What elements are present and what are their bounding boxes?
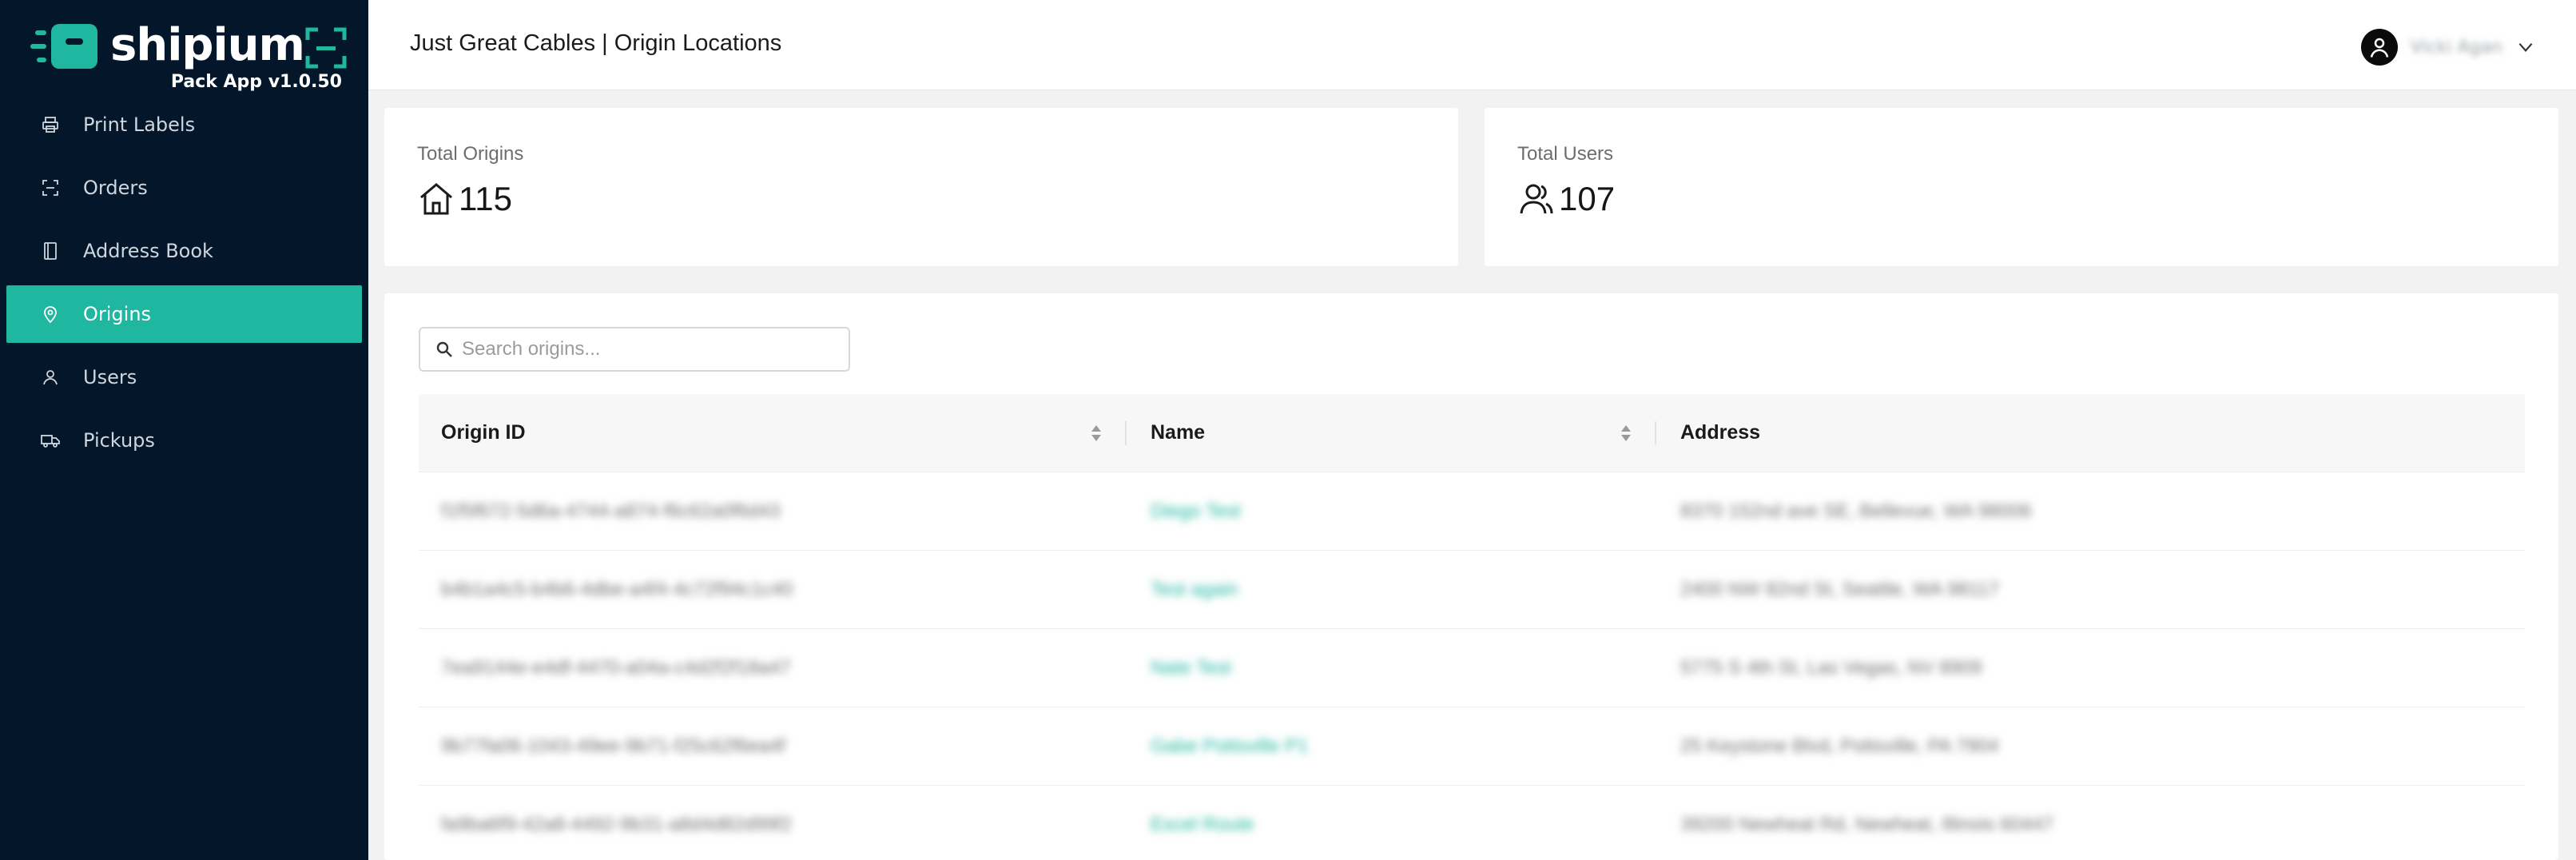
origin-address-cell: 5775 S 4th St, Las Vegas, NV 8909 [1680,656,1982,679]
sidebar-item-label: Orders [83,177,148,199]
origin-name-link[interactable]: Diego Test [1127,500,1656,523]
sort-icon[interactable] [1620,421,1632,445]
user-menu[interactable]: Vicki Agan [2360,29,2536,66]
scan-frame-icon [305,27,347,69]
sidebar-nav: Print Labels Orders Address Book Origins [6,96,362,475]
app-root: shipium Pack App v1.0.50 Print Labels Or… [0,0,2576,860]
sidebar-item-address-book[interactable]: Address Book [6,222,362,280]
table-row[interactable]: f1f5f672-5d6a-4744-a874-f6c62a0f6d43 Die… [419,472,2525,551]
origin-id-cell: f1f5f672-5d6a-4744-a874-f6c62a0f6d43 [441,500,781,522]
user-icon [38,365,62,389]
total-users-card: Total Users 107 [1485,108,2558,266]
search-icon [436,341,452,357]
column-header-origin-id[interactable]: Origin ID [419,394,1127,472]
sidebar-item-label: Address Book [83,240,213,262]
total-users-label: Total Users [1517,143,1614,165]
sidebar-item-label: Users [83,366,137,388]
sort-icon[interactable] [1090,421,1103,445]
user-name[interactable]: Vicki Agan [2411,38,2502,58]
origin-name-link[interactable]: Test again [1127,579,1656,601]
origins-table: Origin ID Name Address f1f5f672-5d6a-474… [419,394,2525,860]
origin-id-cell: b4b1a4c5-b4b6-4dbe-a4f4-4c72f94c1c40 [441,578,793,600]
location-pin-icon [38,302,62,326]
total-users-value: 107 [1559,180,1616,217]
origin-id-cell: 7ea9144e-e4df-4470-a04a-c4d2f2f18a47 [441,656,791,679]
brand-name: shipium [110,19,305,71]
table-row[interactable]: 9b77fa06-1043-49ee-9b71-f25c62f6ea4f Gab… [419,707,2525,786]
origin-id-cell: fa9ba6f9-42a8-4492-9b31-a8d4d82d99f2 [441,813,793,835]
sidebar: shipium Pack App v1.0.50 Print Labels Or… [0,0,368,860]
table-row[interactable]: 7ea9144e-e4df-4470-a04a-c4d2f2f18a47 Nat… [419,629,2525,707]
users-icon [1517,180,1556,218]
sidebar-item-label: Print Labels [83,113,196,136]
book-icon [38,239,62,263]
avatar[interactable] [2360,29,2398,66]
sidebar-item-users[interactable]: Users [6,348,362,406]
app-version: Pack App v1.0.50 [170,72,342,92]
table-row[interactable]: fa9ba6f9-42a8-4492-9b31-a8d4d82d99f2 Exc… [419,786,2525,860]
column-header-address: Address [1680,421,1761,444]
origin-id-cell: 9b77fa06-1043-49ee-9b71-f25c62f6ea4f [441,735,786,757]
table-row[interactable]: b4b1a4c5-b4b6-4dbe-a4f4-4c72f94c1c40 Tes… [419,551,2525,629]
total-origins-card: Total Origins 115 [384,108,1458,266]
origin-address-cell: 39200 Newheat Rd, Newheat, Illinois 6044… [1680,813,2053,835]
search-input[interactable] [462,338,845,360]
printer-icon [38,113,62,137]
origin-name-link[interactable]: Gabe Pottsville P1 [1127,735,1656,758]
column-header-name[interactable]: Name [1127,394,1656,472]
shipium-logo-icon [30,24,97,69]
total-origins-value-row: 115 [417,180,512,218]
sidebar-item-orders[interactable]: Orders [6,159,362,217]
brand[interactable]: shipium Pack App v1.0.50 [30,19,350,97]
origin-address-cell: 25 Keystone Blvd, Pottsville, PA 7904 [1680,735,1999,757]
table-header: Origin ID Name Address [419,394,2525,472]
origin-address-cell: 8370 152nd ave SE, Bellevue, WA 98006 [1680,500,2032,522]
origins-panel: Origin ID Name Address f1f5f672-5d6a-474… [384,293,2558,860]
sidebar-item-label: Pickups [83,429,155,452]
sidebar-item-origins[interactable]: Origins [6,285,362,343]
home-icon [417,180,455,218]
page-title: Just Great Cables | Origin Locations [410,30,782,56]
origin-name-link[interactable]: Excel Route [1127,814,1656,836]
top-header: Just Great Cables | Origin Locations Vic… [368,0,2576,90]
origin-address-cell: 2400 NW 82nd St, Seattle, WA 98117 [1680,578,1999,600]
truck-icon [38,428,62,452]
total-users-value-row: 107 [1517,180,1615,218]
sidebar-item-pickups[interactable]: Pickups [6,412,362,469]
total-origins-value: 115 [459,180,512,217]
search-box[interactable] [419,327,850,372]
sidebar-item-label: Origins [83,303,152,325]
origin-name-link[interactable]: Nate Test [1127,657,1656,679]
chevron-down-icon[interactable] [2515,37,2536,58]
orders-icon [38,176,62,200]
total-origins-label: Total Origins [417,143,524,165]
sidebar-item-print-labels[interactable]: Print Labels [6,96,362,153]
